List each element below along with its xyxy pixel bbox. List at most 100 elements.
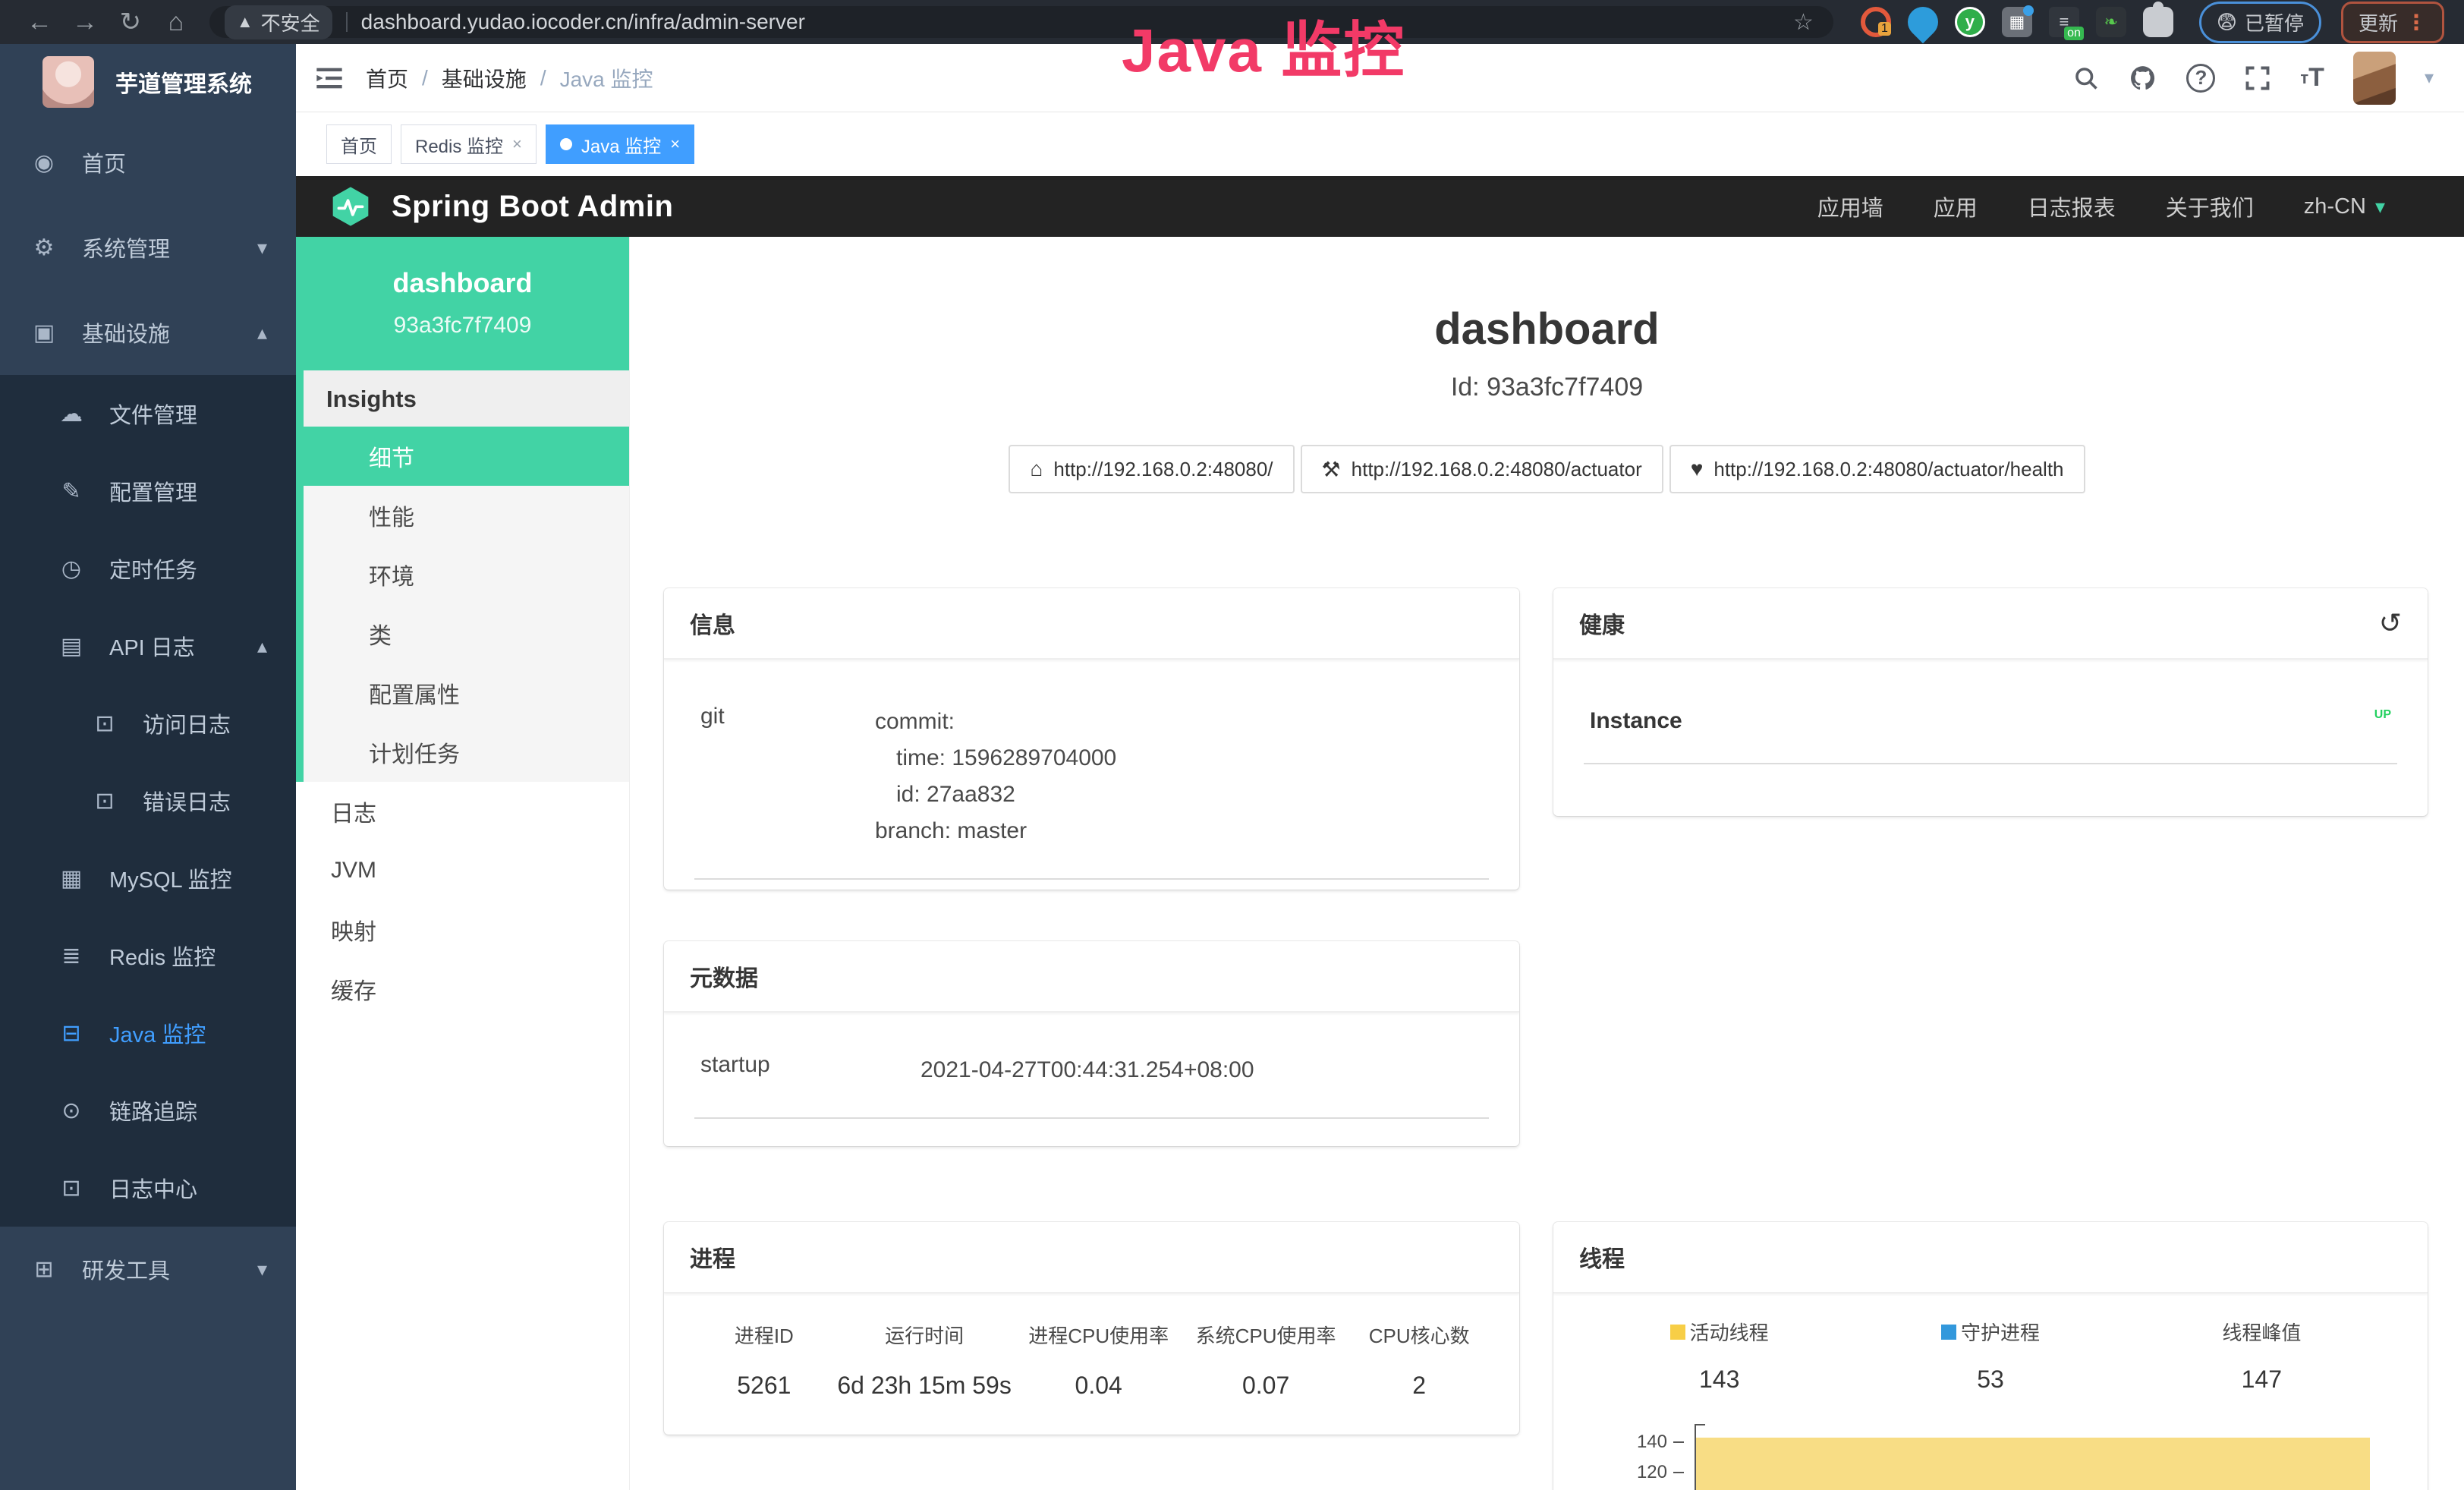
- divider: [346, 12, 348, 32]
- paused-badge[interactable]: 😨 已暂停: [2199, 2, 2321, 43]
- address-bar[interactable]: ▲ 不安全 dashboard.yudao.iocoder.cn/infra/a…: [209, 6, 1833, 38]
- extension-y-icon[interactable]: y: [1955, 7, 1985, 37]
- sidebar-item-redis-monitor[interactable]: ≣ Redis 监控: [0, 917, 296, 994]
- heartbeat-icon: ♥: [1691, 457, 1704, 481]
- sba-title[interactable]: Spring Boot Admin: [392, 190, 673, 224]
- gear-icon: ⚙: [30, 235, 58, 261]
- sidebar-item-system[interactable]: ⚙ 系统管理 ▾: [0, 205, 296, 290]
- health-url-link[interactable]: ♥ http://192.168.0.2:48080/actuator/heal…: [1669, 445, 2085, 493]
- insights-item-metrics[interactable]: 性能: [304, 486, 629, 545]
- dashboard-icon: ◉: [30, 150, 58, 176]
- sidebar-item-error-log[interactable]: ⊡ 错误日志: [0, 762, 296, 840]
- reload-icon[interactable]: ↻: [111, 0, 150, 44]
- sidebar-item-infra[interactable]: ▣ 基础设施 ▴: [0, 290, 296, 375]
- update-button[interactable]: 更新 ⋮: [2341, 2, 2444, 43]
- service-url-link[interactable]: ⌂ http://192.168.0.2:48080/: [1009, 445, 1294, 493]
- sidebar-item-tracing[interactable]: ⊙ 链路追踪: [0, 1072, 296, 1149]
- sidebar-item-config-manage[interactable]: ✎ 配置管理: [0, 452, 296, 530]
- actuator-url-link[interactable]: ⚒ http://192.168.0.2:48080/actuator: [1301, 445, 1663, 493]
- tab-redis-monitor[interactable]: Redis 监控 ×: [401, 124, 537, 164]
- help-icon[interactable]: ?: [2186, 64, 2215, 93]
- sba-nav-journal[interactable]: 日志报表: [2028, 191, 2116, 222]
- sidebar-item-label: 定时任务: [109, 553, 197, 584]
- app-logo-row[interactable]: 芋道管理系统: [0, 44, 296, 120]
- tab-home[interactable]: 首页: [326, 124, 392, 164]
- sba-language-select[interactable]: zh-CN ▾: [2304, 194, 2385, 219]
- search-icon[interactable]: [2072, 65, 2100, 92]
- table-icon: ▦: [58, 865, 85, 892]
- process-col-sys-cpu: 系统CPU使用率 0.07: [1182, 1321, 1349, 1400]
- col-header: 进程ID: [694, 1321, 834, 1349]
- sidebar-item-access-log[interactable]: ⊡ 访问日志: [0, 685, 296, 762]
- extensions-puzzle-icon[interactable]: [2143, 7, 2173, 37]
- extension-leaf-icon[interactable]: ❧: [2096, 7, 2126, 37]
- sidebar-item-log-center[interactable]: ⊡ 日志中心: [0, 1149, 296, 1227]
- breadcrumb-infra[interactable]: 基础设施: [442, 63, 527, 93]
- app-title: 芋道管理系统: [115, 65, 252, 99]
- forward-icon[interactable]: →: [65, 0, 105, 44]
- insights-item-config-props[interactable]: 配置属性: [304, 663, 629, 723]
- threads-legend: 活动线程 143 守护进程 53 线程峰值 14: [1584, 1318, 2397, 1394]
- instance-nav-logs[interactable]: 日志: [296, 782, 629, 841]
- layers-icon: ≣: [58, 943, 85, 969]
- link-text: http://192.168.0.2:48080/actuator: [1352, 458, 1642, 481]
- browser-home-icon[interactable]: ⌂: [156, 0, 196, 44]
- threads-card-title: 线程: [1579, 1240, 1625, 1274]
- fullscreen-icon[interactable]: [2244, 65, 2271, 92]
- github-icon[interactable]: [2129, 64, 2157, 93]
- caret-down-icon[interactable]: ▾: [2425, 67, 2434, 89]
- avatar[interactable]: [2353, 52, 2396, 105]
- sidebar-item-cron-job[interactable]: ◷ 定时任务: [0, 530, 296, 607]
- breadcrumb-home[interactable]: 首页: [366, 63, 408, 93]
- close-icon[interactable]: ×: [512, 134, 522, 154]
- sba-nav-about[interactable]: 关于我们: [2166, 191, 2254, 222]
- header-actions: ? тT ▾: [2072, 52, 2434, 105]
- metadata-card-title: 元数据: [690, 959, 758, 993]
- process-card: 进程 进程ID 5261 运行时间: [664, 1222, 1519, 1435]
- url-text[interactable]: dashboard.yudao.iocoder.cn/infra/admin-s…: [361, 10, 1789, 34]
- sba-nav-applications[interactable]: 应用: [1934, 191, 1978, 222]
- annotation-java-monitor: Java 监控: [1122, 2, 1405, 90]
- sba-nav-wallboard[interactable]: 应用墙: [1817, 191, 1883, 222]
- instance-nav-caches[interactable]: 缓存: [296, 959, 629, 1019]
- update-label: 更新: [2359, 8, 2398, 36]
- sidebar-item-label: 系统管理: [82, 232, 170, 263]
- active-dot: [560, 138, 572, 150]
- warning-icon: ▲: [237, 12, 253, 32]
- instance-nav-jvm[interactable]: JVM: [296, 841, 629, 900]
- insights-item-scheduled-tasks[interactable]: 计划任务: [304, 723, 629, 782]
- chevron-down-icon: ▾: [257, 1258, 267, 1281]
- link-text: http://192.168.0.2:48080/: [1053, 458, 1273, 481]
- sidebar-item-mysql-monitor[interactable]: ▦ MySQL 监控: [0, 840, 296, 917]
- extension-pin-icon[interactable]: [1902, 1, 1945, 44]
- extension-rows-icon[interactable]: ≡on: [2049, 7, 2079, 37]
- tab-java-monitor[interactable]: Java 监控 ×: [546, 124, 694, 164]
- insights-section-label: Insights: [304, 370, 629, 427]
- hamburger-icon[interactable]: [314, 63, 345, 93]
- bookmark-star-icon[interactable]: ☆: [1789, 9, 1818, 36]
- extension-grid-icon[interactable]: ▦: [2002, 7, 2032, 37]
- close-icon[interactable]: ×: [670, 134, 680, 154]
- instance-links: ⌂ http://192.168.0.2:48080/ ⚒ http://192…: [630, 445, 2464, 493]
- history-icon[interactable]: ↺: [2379, 607, 2402, 639]
- sidebar-item-dev-tools[interactable]: ⊞ 研发工具 ▾: [0, 1227, 296, 1312]
- font-size-icon[interactable]: тT: [2300, 63, 2324, 93]
- insights-item-classes[interactable]: 类: [304, 604, 629, 663]
- paused-label: 已暂停: [2245, 8, 2304, 36]
- legend-daemon-threads: 守护进程 53: [1855, 1318, 2126, 1394]
- paused-emoji-icon: 😨: [2217, 11, 2237, 34]
- insights-item-details[interactable]: 细节: [304, 427, 629, 486]
- col-value: 0.07: [1182, 1372, 1349, 1400]
- instance-nav-mappings[interactable]: 映射: [296, 900, 629, 959]
- insights-item-environment[interactable]: 环境: [304, 545, 629, 604]
- extension-icon-1[interactable]: 1: [1861, 7, 1891, 37]
- lang-label: zh-CN: [2304, 194, 2366, 219]
- sidebar-item-java-monitor[interactable]: ⊟ Java 监控: [0, 994, 296, 1072]
- security-chip[interactable]: ▲ 不安全: [225, 5, 332, 39]
- sidebar-item-file-manage[interactable]: ☁ 文件管理: [0, 375, 296, 452]
- back-icon[interactable]: ←: [20, 0, 59, 44]
- sidebar-item-home[interactable]: ◉ 首页: [0, 120, 296, 205]
- sba-header: Spring Boot Admin 应用墙 应用 日志报表 关于我们 zh-CN…: [296, 176, 2464, 237]
- more-icon[interactable]: ⋮: [2406, 10, 2427, 35]
- sidebar-item-api-log[interactable]: ▤ API 日志 ▴: [0, 607, 296, 685]
